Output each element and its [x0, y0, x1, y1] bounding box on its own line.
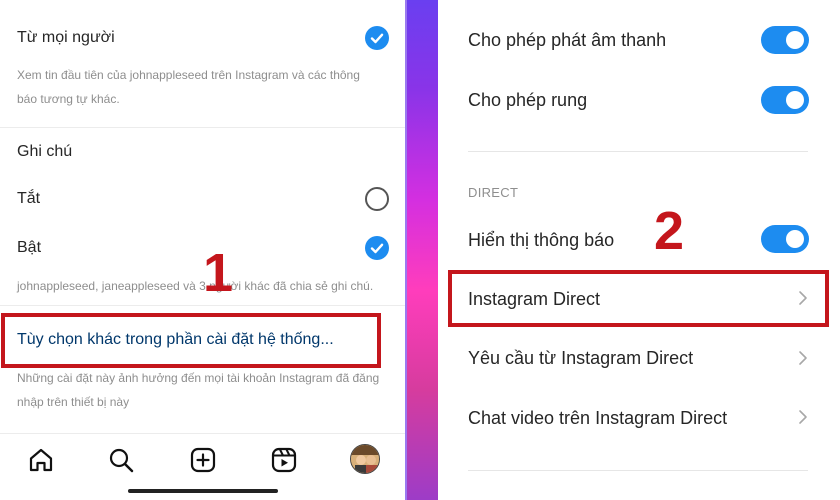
chevron-right-icon: [798, 350, 808, 366]
direct-section-header: DIRECT: [468, 185, 519, 200]
bottom-nav-separator: [0, 433, 407, 434]
notification-settings-panel-right: Cho phép phát âm thanh Cho phép rung DIR…: [438, 0, 840, 500]
allow-vibrate-toggle[interactable]: [761, 86, 809, 114]
everyone-checkmark-icon[interactable]: [365, 26, 389, 50]
separator: [0, 305, 407, 306]
step-number-2: 2: [654, 201, 685, 261]
notes-on-label: Bật: [17, 239, 42, 256]
avatar-image-icon: [351, 445, 379, 473]
search-icon[interactable]: [108, 447, 134, 473]
allow-sound-label: Cho phép phát âm thanh: [468, 30, 667, 50]
video-chat-item[interactable]: Chat video trên Instagram Direct: [468, 408, 727, 429]
system-settings-description: Những cài đặt này ảnh hưởng đến mọi tài …: [17, 366, 402, 414]
home-indicator-bar: [128, 489, 278, 493]
separator: [468, 470, 808, 471]
allow-vibrate-label: Cho phép rung: [468, 90, 588, 110]
system-settings-link[interactable]: Tùy chọn khác trong phần cài đặt hệ thốn…: [17, 331, 334, 349]
direct-requests-item[interactable]: Yêu cầu từ Instagram Direct: [468, 348, 693, 369]
everyone-description-line2: báo tương tự khác.: [17, 92, 120, 106]
create-icon[interactable]: [190, 447, 216, 473]
everyone-description: Xem tin đầu tiên của johnappleseed trên …: [17, 63, 397, 111]
show-notifications-toggle[interactable]: [761, 225, 809, 253]
profile-avatar[interactable]: [350, 444, 380, 474]
notification-settings-panel-left: Từ mọi người Xem tin đầu tiên của johnap…: [0, 0, 407, 500]
notes-off-radio[interactable]: [365, 187, 389, 211]
toggle-knob: [786, 91, 804, 109]
allow-sound-toggle[interactable]: [761, 26, 809, 54]
separator: [0, 127, 407, 128]
toggle-knob: [786, 31, 804, 49]
notes-on-checkmark-icon[interactable]: [365, 236, 389, 260]
home-icon[interactable]: [28, 447, 54, 473]
gradient-divider: [407, 0, 438, 500]
system-settings-description-line2: nhập trên thiết bị này: [17, 395, 130, 409]
step-number-1: 1: [203, 243, 234, 303]
show-notifications-label: Hiển thị thông báo: [468, 230, 615, 250]
everyone-option-label: Từ mọi người: [17, 29, 115, 46]
notes-section-header: Ghi chú: [17, 143, 73, 160]
reels-icon[interactable]: [271, 447, 297, 473]
toggle-knob: [786, 230, 804, 248]
chevron-right-icon: [798, 290, 808, 306]
separator: [468, 151, 808, 152]
chevron-right-icon: [798, 409, 808, 425]
notes-off-label: Tắt: [17, 190, 41, 207]
system-settings-description-line1: Những cài đặt này ảnh hưởng đến mọi tài …: [17, 371, 380, 385]
instagram-direct-item[interactable]: Instagram Direct: [468, 289, 600, 310]
everyone-description-line1: Xem tin đầu tiên của johnappleseed trên …: [17, 68, 360, 82]
